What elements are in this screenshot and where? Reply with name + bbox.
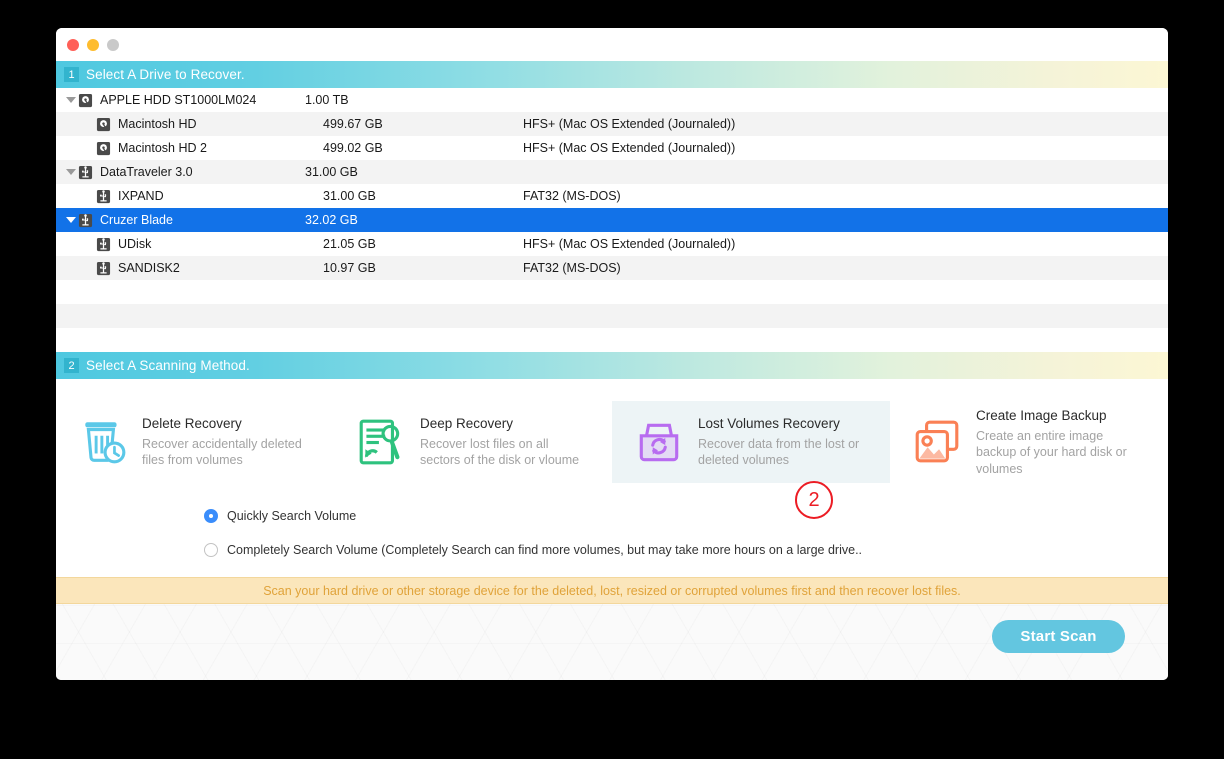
scan-method-card[interactable]: Delete Recovery Recover accidentally dele… [56,401,334,483]
annotation-marker-2: 2 [795,481,833,519]
scan-method-card-list: Delete Recovery Recover accidentally dele… [56,401,1168,483]
document-search-icon [356,417,406,467]
scan-method-description: Recover lost files on all sectors of the… [420,436,580,468]
drive-name: SANDISK2 [118,261,180,275]
box-refresh-icon [634,417,684,467]
search-option-row[interactable]: Quickly Search Volume [204,509,1168,523]
disclosure-triangle-icon[interactable] [64,217,78,223]
scan-method-card[interactable]: Lost Volumes Recovery Recover data from t… [612,401,890,483]
drive-filesystem: FAT32 (MS-DOS) [523,261,621,275]
drive-size: 10.97 GB [323,261,376,275]
step-badge-2: 2 [64,358,79,373]
drive-filesystem: HFS+ (Mac OS Extended (Journaled)) [523,141,736,155]
app-window: 1 Select A Drive to Recover. APPLE HDD S… [56,28,1168,680]
start-scan-button[interactable]: Start Scan [992,620,1125,653]
scan-method-card[interactable]: Create Image Backup Create an entire imag… [890,401,1168,483]
drive-row[interactable]: Macintosh HD 499.67 GB HFS+ (Mac OS Extend… [56,112,1168,136]
usb-icon [96,237,111,252]
scan-method-title: Lost Volumes Recovery [698,416,840,432]
drive-name: APPLE HDD ST1000LM024 [100,93,257,107]
drive-name: Macintosh HD 2 [118,141,207,155]
scan-method-description: Create an entire image backup of your ha… [976,428,1127,476]
scan-method-title: Create Image Backup [976,407,1107,423]
drive-name: IXPAND [118,189,164,203]
drive-row[interactable]: IXPAND 31.00 GB FAT32 (MS-DOS) [56,184,1168,208]
section-header-select-drive: 1 Select A Drive to Recover. [56,61,1168,88]
hdd-icon [78,93,93,108]
image-stack-icon [912,417,962,467]
drive-name: DataTraveler 3.0 [100,165,193,179]
title-bar [56,28,1168,61]
trash-clock-icon [78,417,128,467]
drive-size: 31.00 GB [323,189,376,203]
scan-method-description: Recover accidentally deleted files from … [142,436,302,468]
drive-row[interactable]: UDisk 21.05 GB HFS+ (Mac OS Extended (Jour… [56,232,1168,256]
search-option-label: Completely Search Volume (Completely Sea… [227,543,863,557]
maximize-window-button[interactable] [107,39,119,51]
section-title-scan-method: Select A Scanning Method. [86,358,250,373]
step-badge-1: 1 [64,67,79,82]
drive-row-empty [56,328,1168,352]
drive-size: 21.05 GB [323,237,376,251]
drive-size: 1.00 TB [305,93,349,107]
scan-method-panel: Delete Recovery Recover accidentally dele… [56,401,1168,557]
drive-name: Cruzer Blade [100,213,173,227]
drive-filesystem: FAT32 (MS-DOS) [523,189,621,203]
section-title-select-drive: Select A Drive to Recover. [86,67,245,82]
usb-icon [96,261,111,276]
drive-size: 499.67 GB [323,117,383,131]
usb-icon [78,213,93,228]
tip-bar: Scan your hard drive or other storage de… [56,577,1168,604]
section-header-scan-method: 2 Select A Scanning Method. [56,352,1168,379]
drive-row[interactable]: Macintosh HD 2 499.02 GB HFS+ (Mac OS Exte… [56,136,1168,160]
minimize-window-button[interactable] [87,39,99,51]
drive-row[interactable]: Cruzer Blade 32.02 GB [56,208,1168,232]
disclosure-triangle-icon[interactable] [64,169,78,175]
scan-method-title: Deep Recovery [420,416,514,432]
drive-list[interactable]: APPLE HDD ST1000LM024 1.00 TB Macintosh HD… [56,88,1168,352]
radio-button[interactable] [204,509,218,523]
scan-method-card[interactable]: Deep Recovery Recover lost files on all s… [334,401,612,483]
usb-icon [96,189,111,204]
drive-size: 499.02 GB [323,141,383,155]
drive-size: 31.00 GB [305,165,358,179]
close-window-button[interactable] [67,39,79,51]
drive-filesystem: HFS+ (Mac OS Extended (Journaled)) [523,117,736,131]
drive-name: Macintosh HD [118,117,197,131]
footer-bar: Start Scan [56,604,1168,680]
hdd-icon [96,141,111,156]
search-option-row[interactable]: Completely Search Volume (Completely Sea… [204,543,1168,557]
drive-row-empty [56,280,1168,304]
search-option-label: Quickly Search Volume [227,509,357,523]
search-options-group: Quickly Search Volume Completely Search V… [56,483,1168,557]
drive-row[interactable]: SANDISK2 10.97 GB FAT32 (MS-DOS) [56,256,1168,280]
radio-button[interactable] [204,543,218,557]
tip-text: Scan your hard drive or other storage de… [263,583,961,598]
usb-icon [78,165,93,180]
drive-size: 32.02 GB [305,213,358,227]
drive-row-empty [56,304,1168,328]
drive-row[interactable]: DataTraveler 3.0 31.00 GB [56,160,1168,184]
drive-row[interactable]: APPLE HDD ST1000LM024 1.00 TB [56,88,1168,112]
scan-method-description: Recover data from the lost or deleted vo… [698,436,860,468]
drive-name: UDisk [118,237,152,251]
drive-filesystem: HFS+ (Mac OS Extended (Journaled)) [523,237,736,251]
scan-method-title: Delete Recovery [142,416,242,432]
disclosure-triangle-icon[interactable] [64,97,78,103]
hdd-icon [96,117,111,132]
